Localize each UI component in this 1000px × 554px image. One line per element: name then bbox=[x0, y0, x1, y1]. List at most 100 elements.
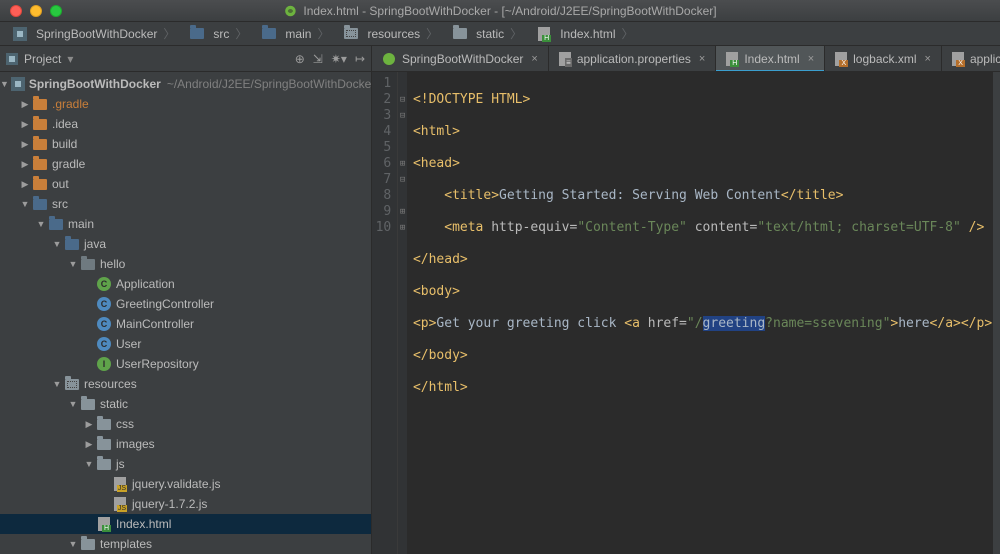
tree-folder[interactable]: ▶out bbox=[0, 174, 371, 194]
window-title: Index.html - SpringBootWithDocker - [~/A… bbox=[283, 4, 716, 18]
breadcrumb-item[interactable]: src〉 bbox=[183, 25, 255, 42]
tree-folder[interactable]: ▼js bbox=[0, 454, 371, 474]
project-tree[interactable]: ▼SpringBootWithDocker~/Android/J2EE/Spri… bbox=[0, 72, 371, 554]
editor-scrollbar[interactable] bbox=[992, 72, 1000, 554]
js-file-icon bbox=[114, 477, 126, 491]
folder-icon bbox=[33, 199, 47, 210]
scroll-from-source-icon[interactable]: ⊕ bbox=[295, 52, 305, 66]
breadcrumb-item[interactable]: SpringBootWithDocker〉 bbox=[6, 25, 183, 42]
folder-icon bbox=[97, 419, 111, 430]
folder-icon bbox=[262, 28, 276, 39]
html-file-icon bbox=[98, 517, 110, 531]
tree-class[interactable]: ▶CUser bbox=[0, 334, 371, 354]
resources-folder-icon bbox=[65, 379, 79, 390]
tree-file-selected[interactable]: ▶Index.html bbox=[0, 514, 371, 534]
project-tool-window: Project ⊕ ⇲ ✷▾ ↦ ▼SpringBootWithDocker~/… bbox=[0, 46, 372, 554]
tree-folder[interactable]: ▼resources bbox=[0, 374, 371, 394]
tree-root[interactable]: ▼SpringBootWithDocker~/Android/J2EE/Spri… bbox=[0, 74, 371, 94]
tree-class[interactable]: ▶CApplication bbox=[0, 274, 371, 294]
close-tab-icon[interactable]: × bbox=[925, 53, 931, 65]
tree-folder[interactable]: ▶gradle bbox=[0, 154, 371, 174]
chevron-right-icon: 〉 bbox=[315, 25, 331, 42]
chevron-down-icon bbox=[67, 52, 73, 66]
code-editor[interactable]: 12345678910 ⊟⊟⊞⊟⊞⊞ <!DOCTYPE HTML> <html… bbox=[372, 72, 1000, 554]
collapse-all-icon[interactable]: ⇲ bbox=[313, 52, 323, 66]
chevron-right-icon: 〉 bbox=[620, 25, 636, 42]
chevron-right-icon: 〉 bbox=[508, 25, 524, 42]
tree-folder[interactable]: ▼main bbox=[0, 214, 371, 234]
source-folder-icon bbox=[65, 239, 79, 250]
window-minimize-button[interactable] bbox=[30, 5, 42, 17]
line-number-gutter[interactable]: 12345678910 bbox=[372, 72, 398, 554]
settings-gear-icon[interactable]: ✷▾ bbox=[331, 52, 347, 66]
breadcrumb-bar: SpringBootWithDocker〉 src〉 main〉 resourc… bbox=[0, 22, 1000, 46]
tree-file[interactable]: ▶jquery.validate.js bbox=[0, 474, 371, 494]
spring-class-icon: C bbox=[97, 277, 111, 291]
project-view-selector[interactable]: Project bbox=[6, 52, 73, 66]
tree-folder[interactable]: ▶images bbox=[0, 434, 371, 454]
close-tab-icon[interactable]: × bbox=[699, 53, 705, 65]
close-tab-icon[interactable]: × bbox=[531, 53, 537, 65]
resources-folder-icon bbox=[344, 28, 358, 39]
hide-panel-icon[interactable]: ↦ bbox=[355, 52, 365, 66]
breadcrumb-item[interactable]: Index.html〉 bbox=[530, 25, 641, 42]
tree-folder[interactable]: ▶css bbox=[0, 414, 371, 434]
folder-icon bbox=[97, 459, 111, 470]
tree-package[interactable]: ▼hello bbox=[0, 254, 371, 274]
editor-tab[interactable]: SpringBootWithDocker× bbox=[372, 46, 549, 71]
editor-tab[interactable]: logback.xml× bbox=[825, 46, 942, 71]
folder-icon bbox=[33, 119, 47, 130]
class-icon: C bbox=[97, 317, 111, 331]
editor-tabs: SpringBootWithDocker× application.proper… bbox=[372, 46, 1000, 72]
close-tab-icon[interactable]: × bbox=[808, 53, 814, 65]
folder-icon bbox=[81, 539, 95, 550]
folder-icon bbox=[33, 159, 47, 170]
xml-file-icon bbox=[952, 52, 964, 66]
spring-icon bbox=[382, 52, 396, 66]
breadcrumb-item[interactable]: resources〉 bbox=[337, 25, 446, 42]
folder-icon bbox=[81, 399, 95, 410]
code-content[interactable]: <!DOCTYPE HTML> <html> <head> <title>Get… bbox=[407, 72, 992, 554]
folder-icon bbox=[190, 28, 204, 39]
editor-area: SpringBootWithDocker× application.proper… bbox=[372, 46, 1000, 554]
tree-folder[interactable]: ▼src bbox=[0, 194, 371, 214]
tree-folder[interactable]: ▶.gradle bbox=[0, 94, 371, 114]
package-icon bbox=[81, 259, 95, 270]
window-close-button[interactable] bbox=[10, 5, 22, 17]
window-zoom-button[interactable] bbox=[50, 5, 62, 17]
tree-folder[interactable]: ▶build bbox=[0, 134, 371, 154]
chevron-right-icon: 〉 bbox=[233, 25, 249, 42]
folder-icon bbox=[33, 179, 47, 190]
tree-folder[interactable]: ▼static bbox=[0, 394, 371, 414]
tree-class[interactable]: ▶CGreetingController bbox=[0, 294, 371, 314]
spring-icon bbox=[283, 4, 297, 18]
xml-file-icon bbox=[835, 52, 847, 66]
class-icon: C bbox=[97, 297, 111, 311]
tree-folder[interactable]: ▶.idea bbox=[0, 114, 371, 134]
folder-icon bbox=[453, 28, 467, 39]
folder-icon bbox=[97, 439, 111, 450]
class-icon: C bbox=[97, 337, 111, 351]
chevron-right-icon: 〉 bbox=[161, 25, 177, 42]
tree-class[interactable]: ▶CMainController bbox=[0, 314, 371, 334]
interface-icon: I bbox=[97, 357, 111, 371]
tree-file[interactable]: ▶jquery-1.7.2.js bbox=[0, 494, 371, 514]
editor-tab[interactable]: application.properties× bbox=[549, 46, 717, 71]
title-bar: Index.html - SpringBootWithDocker - [~/A… bbox=[0, 0, 1000, 22]
html-file-icon bbox=[538, 27, 550, 41]
editor-tab[interactable]: applica bbox=[942, 46, 1000, 71]
editor-tab-active[interactable]: Index.html× bbox=[716, 46, 825, 71]
folder-icon bbox=[33, 139, 47, 150]
project-panel-header: Project ⊕ ⇲ ✷▾ ↦ bbox=[0, 46, 371, 72]
breadcrumb-item[interactable]: main〉 bbox=[255, 25, 337, 42]
folder-icon bbox=[33, 99, 47, 110]
chevron-right-icon: 〉 bbox=[424, 25, 440, 42]
module-icon bbox=[11, 77, 25, 91]
fold-column[interactable]: ⊟⊟⊞⊟⊞⊞ bbox=[398, 72, 407, 554]
tree-interface[interactable]: ▶IUserRepository bbox=[0, 354, 371, 374]
html-file-icon bbox=[726, 52, 738, 66]
tree-folder[interactable]: ▼java bbox=[0, 234, 371, 254]
breadcrumb-item[interactable]: static〉 bbox=[446, 25, 530, 42]
folder-icon bbox=[49, 219, 63, 230]
tree-folder[interactable]: ▼templates bbox=[0, 534, 371, 554]
